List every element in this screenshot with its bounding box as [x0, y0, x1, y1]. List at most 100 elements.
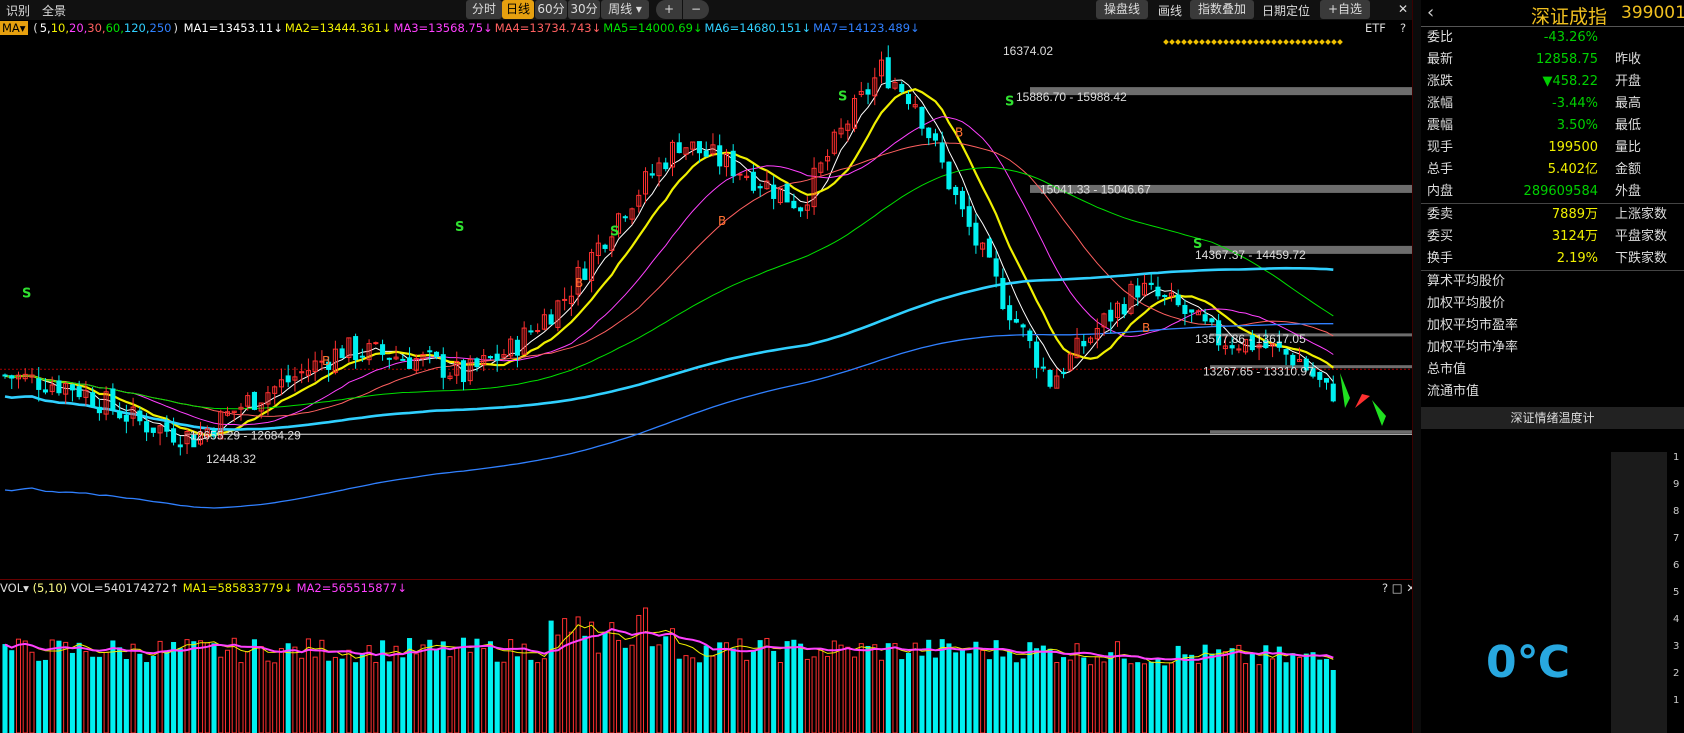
- candle-body: [407, 357, 413, 369]
- ma-indicator-bar: MA▾ (5,10,20,30,60,120,250) MA1=13453.11…: [0, 21, 1420, 37]
- volume-bar: [494, 661, 500, 733]
- panorama-button[interactable]: 全景: [42, 2, 66, 19]
- volume-bar: [953, 652, 959, 733]
- add-watchlist-button[interactable]: +自选: [1320, 0, 1370, 19]
- candle-body: [750, 171, 756, 191]
- volume-bar: [460, 637, 467, 733]
- ma-params-close: ): [173, 21, 178, 35]
- stat-row: 总市值: [1427, 362, 1467, 377]
- volume-bar: [1020, 658, 1026, 733]
- candle-body: [1027, 330, 1033, 342]
- volume-bar: [400, 657, 406, 733]
- volume-bar: [427, 639, 433, 733]
- marker-diamond: [1277, 39, 1283, 45]
- sell-signal: S: [1005, 95, 1014, 110]
- candle-body: [460, 360, 467, 383]
- identify-button[interactable]: 识别: [6, 2, 30, 19]
- ma-value: MA6=14680.151↓: [704, 21, 812, 35]
- vol-panel-icons[interactable]: ? □ ✕: [1382, 581, 1416, 595]
- stat-row: 算术平均股价: [1427, 274, 1506, 289]
- tab-weekly[interactable]: 周线 ▾: [601, 0, 649, 19]
- volume-bar: [1229, 648, 1235, 733]
- close-icon[interactable]: ✕: [1398, 2, 1408, 16]
- ma-line: [4, 116, 1334, 426]
- volume-bar: [831, 640, 837, 733]
- panel-splitter[interactable]: [1412, 0, 1421, 733]
- ma-selector[interactable]: MA▾: [0, 21, 28, 35]
- volume-bar: [676, 658, 682, 733]
- volume-bar: [858, 643, 864, 733]
- volume-bar: [1135, 662, 1141, 733]
- candle-body: [433, 351, 440, 358]
- price-annotation: 15886.70 - 15988.42: [1016, 90, 1127, 104]
- trading-line-button[interactable]: 操盘线: [1096, 0, 1148, 19]
- volume-bar: [110, 640, 116, 733]
- volume-bar: [946, 643, 952, 733]
- etf-label[interactable]: ETF: [1365, 21, 1386, 35]
- ma-value: MA2=13444.361↓: [284, 21, 392, 35]
- quote-value: ▼458.22: [1542, 74, 1599, 89]
- volume-bar: [622, 647, 628, 733]
- thermo-tick: 1: [1673, 452, 1680, 463]
- volume-bar: [892, 643, 898, 733]
- chevron-down-icon: ▾: [635, 2, 642, 16]
- candle-body: [9, 375, 15, 379]
- volume-bar: [137, 653, 143, 733]
- candle-body: [150, 427, 156, 433]
- back-icon[interactable]: ‹: [1427, 2, 1434, 23]
- candle-body: [117, 411, 123, 419]
- draw-line-button[interactable]: 画线: [1158, 2, 1182, 19]
- candle-body: [1007, 305, 1013, 321]
- price-chart[interactable]: 16374.02 15886.70 - 15988.42 15041.33 - 15…: [0, 38, 1412, 578]
- vol-selector[interactable]: VOL▾: [0, 581, 29, 595]
- candle-body: [69, 384, 75, 391]
- volume-bar: [96, 656, 102, 733]
- help-icon[interactable]: ?: [1400, 21, 1406, 35]
- volume-ma-line: [4, 628, 1334, 662]
- volume-bar: [83, 651, 89, 733]
- volume-bar: [629, 644, 635, 733]
- ma-values: MA1=13453.11↓ MA2=13444.361↓ MA3=13568.75↓…: [184, 21, 922, 35]
- tab-30min[interactable]: 30分: [568, 0, 600, 19]
- marker-diamond: [1211, 39, 1217, 45]
- volume-bar: [703, 645, 709, 733]
- volume-bar: [1013, 662, 1019, 733]
- buy-signal: B: [575, 276, 583, 290]
- candle-body: [474, 358, 480, 368]
- volume-bar: [339, 658, 345, 733]
- candle-body: [386, 357, 392, 360]
- marker-diamond: [1331, 39, 1337, 45]
- volume-bar: [433, 649, 440, 733]
- tab-60min[interactable]: 60分: [535, 0, 567, 19]
- volume-chart[interactable]: [0, 598, 1412, 733]
- index-name: 深证成指: [1531, 6, 1608, 28]
- volume-bar: [184, 639, 190, 733]
- ma-value: MA1=13453.11↓: [183, 21, 283, 35]
- candle-body: [171, 428, 177, 443]
- candle-body: [1034, 341, 1040, 368]
- marker-diamond: [1163, 39, 1169, 45]
- volume-bar: [292, 646, 298, 733]
- candle-body: [1283, 349, 1289, 355]
- thermometer: [1611, 452, 1667, 733]
- zoom-in-button[interactable]: +: [656, 0, 682, 19]
- volume-bar: [609, 622, 615, 733]
- zoom-out-button[interactable]: −: [683, 0, 709, 19]
- candle-body: [251, 391, 257, 410]
- candle-body: [353, 336, 359, 361]
- candle-body: [953, 186, 959, 196]
- candle-body: [1148, 282, 1154, 286]
- volume-bar: [825, 655, 831, 733]
- tab-intraday[interactable]: 分时: [466, 0, 502, 19]
- candle-body: [946, 161, 952, 190]
- date-locate-button[interactable]: 日期定位: [1262, 2, 1310, 19]
- index-overlay-button[interactable]: 指数叠加: [1190, 0, 1254, 19]
- volume-bar: [49, 639, 55, 733]
- quote-value: 5.402亿: [1547, 162, 1598, 177]
- candle-body: [798, 207, 804, 212]
- price-level-band: [1210, 430, 1412, 434]
- volume-bar: [872, 644, 878, 733]
- tab-daily[interactable]: 日线: [502, 0, 534, 19]
- volume-bar: [750, 650, 756, 733]
- ma-params: 5,10,20,30,60,120,250: [40, 21, 172, 35]
